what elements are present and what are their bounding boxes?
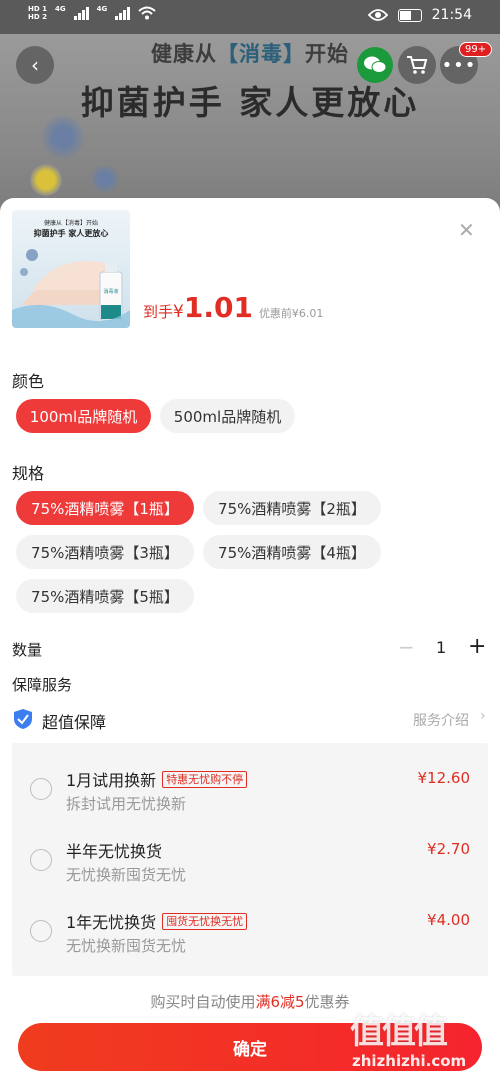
service-option-1-tag: 特惠无忧购不停 bbox=[162, 770, 248, 788]
service-intro-link[interactable]: 服务介绍 bbox=[413, 710, 469, 730]
spec-option-2[interactable]: 75%酒精喷雾【2瓶】 bbox=[203, 491, 381, 525]
sku-selection-sheet: 健康从【消毒】开始 抑菌护手 家人更放心 消毒液 ✕ 到手 ¥ 1.01 优惠前… bbox=[0, 198, 500, 1083]
service-option-2-title: 半年无忧换货 bbox=[66, 838, 162, 862]
coupon-highlight: 满6减5 bbox=[255, 993, 305, 1011]
shield-icon bbox=[14, 709, 32, 729]
hands-bottle-illustration bbox=[12, 249, 130, 328]
price-prefix: 到手 bbox=[143, 303, 174, 321]
coupon-prefix: 购买时自动使用 bbox=[150, 993, 256, 1011]
clock: 21:54 bbox=[431, 7, 472, 23]
banner-line-1-c: 开始 bbox=[305, 42, 349, 66]
network-type-2: 4G bbox=[96, 5, 108, 13]
service-name: 超值保障 bbox=[42, 713, 107, 732]
wifi-icon bbox=[138, 6, 156, 20]
share-wechat-button[interactable] bbox=[357, 47, 393, 83]
chevron-left-icon: ‹ bbox=[31, 53, 39, 77]
battery-icon bbox=[397, 8, 422, 22]
service-option-3-tag: 囤货无忧换无忧 bbox=[162, 912, 248, 930]
status-bar: HD 1 HD 2 4G 4G 21:54 bbox=[0, 0, 500, 34]
spec-option-1[interactable]: 75%酒精喷雾【1瓶】 bbox=[16, 491, 194, 525]
spec-option-4[interactable]: 75%酒精喷雾【4瓶】 bbox=[203, 535, 381, 569]
wechat-icon bbox=[364, 56, 387, 73]
virus-illustration bbox=[40, 114, 86, 160]
product-banner-background: 健康从【消毒】开始 抑菌护手 家人更放心 ‹ ••• 99+ bbox=[0, 34, 500, 214]
banner-line-1-b: 【消毒】 bbox=[217, 42, 305, 66]
sim-indicators: HD 1 HD 2 bbox=[28, 5, 47, 21]
signal-icon-2 bbox=[115, 6, 131, 20]
quantity-label: 数量 bbox=[12, 641, 43, 659]
service-option-1-price: ¥12.60 bbox=[417, 769, 471, 787]
flower-illustration bbox=[30, 164, 62, 196]
bottle-label: 消毒液 bbox=[103, 289, 119, 295]
virus-illustration-2 bbox=[90, 164, 120, 194]
service-option-1-sub: 拆封试用无忧换新 bbox=[66, 795, 187, 813]
spec-option-3[interactable]: 75%酒精喷雾【3瓶】 bbox=[16, 535, 194, 569]
original-price: 优惠前¥6.01 bbox=[258, 307, 324, 320]
spec-option-5[interactable]: 75%酒精喷雾【5瓶】 bbox=[16, 579, 194, 613]
quantity-decrease-button[interactable]: − bbox=[398, 635, 415, 659]
sim2-label: HD 2 bbox=[28, 13, 47, 21]
color-section-title: 颜色 bbox=[12, 372, 45, 391]
more-icon: ••• bbox=[441, 54, 477, 76]
signal-icon bbox=[73, 6, 89, 20]
cart-count-badge: 99+ bbox=[459, 42, 493, 57]
sim1-label: HD 1 bbox=[28, 5, 47, 13]
price-block: 到手 ¥ 1.01 优惠前¥6.01 bbox=[143, 291, 323, 324]
back-button[interactable]: ‹ bbox=[16, 46, 54, 84]
chevron-right-icon: › bbox=[480, 708, 486, 724]
spec-section-title: 规格 bbox=[12, 464, 45, 483]
service-option-3-sub: 无忧换新囤货无忧 bbox=[66, 937, 187, 955]
color-option-100ml[interactable]: 100ml品牌随机 bbox=[16, 399, 151, 433]
service-option-2-label: 半年无忧换货 bbox=[66, 842, 163, 861]
quantity-value[interactable]: 1 bbox=[436, 638, 446, 657]
service-option-1-radio[interactable] bbox=[30, 778, 52, 800]
network-type-1: 4G bbox=[54, 5, 66, 13]
service-option-2-radio[interactable] bbox=[30, 849, 52, 871]
service-option-3-radio[interactable] bbox=[30, 920, 52, 942]
service-option-2-sub: 无忧换新囤货无忧 bbox=[66, 866, 187, 884]
cart-icon bbox=[407, 56, 428, 74]
close-icon: ✕ bbox=[458, 218, 475, 242]
cart-button[interactable] bbox=[398, 46, 436, 84]
banner-line-1-a: 健康从 bbox=[151, 42, 217, 66]
close-button[interactable]: ✕ bbox=[458, 220, 475, 240]
service-options-panel: 1月试用换新 特惠无忧购不停 拆封试用无忧换新 ¥12.60 半年无忧换货 无忧… bbox=[12, 743, 488, 976]
color-option-500ml[interactable]: 500ml品牌随机 bbox=[160, 399, 295, 433]
product-thumbnail: 健康从【消毒】开始 抑菌护手 家人更放心 消毒液 bbox=[12, 210, 130, 328]
service-section-title: 保障服务 bbox=[12, 676, 73, 694]
service-option-3-price: ¥4.00 bbox=[427, 911, 470, 929]
watermark-logo: 值值值 bbox=[350, 1012, 448, 1052]
service-option-3-title: 1年无忧换货 囤货无忧换无忧 bbox=[66, 909, 248, 933]
service-option-1-title: 1月试用换新 特惠无忧购不停 bbox=[66, 767, 248, 791]
coupon-suffix: 优惠券 bbox=[304, 993, 350, 1011]
service-option-1-label: 1月试用换新 bbox=[66, 771, 157, 790]
quantity-increase-button[interactable]: + bbox=[468, 634, 486, 659]
service-option-3-label: 1年无忧换货 bbox=[66, 913, 157, 932]
service-option-2-price: ¥2.70 bbox=[427, 840, 470, 858]
price-value: 1.01 bbox=[183, 291, 253, 324]
eye-icon bbox=[367, 9, 388, 21]
watermark-site: zhizhizhi.com bbox=[352, 1052, 467, 1070]
price-currency: ¥ bbox=[173, 302, 184, 322]
